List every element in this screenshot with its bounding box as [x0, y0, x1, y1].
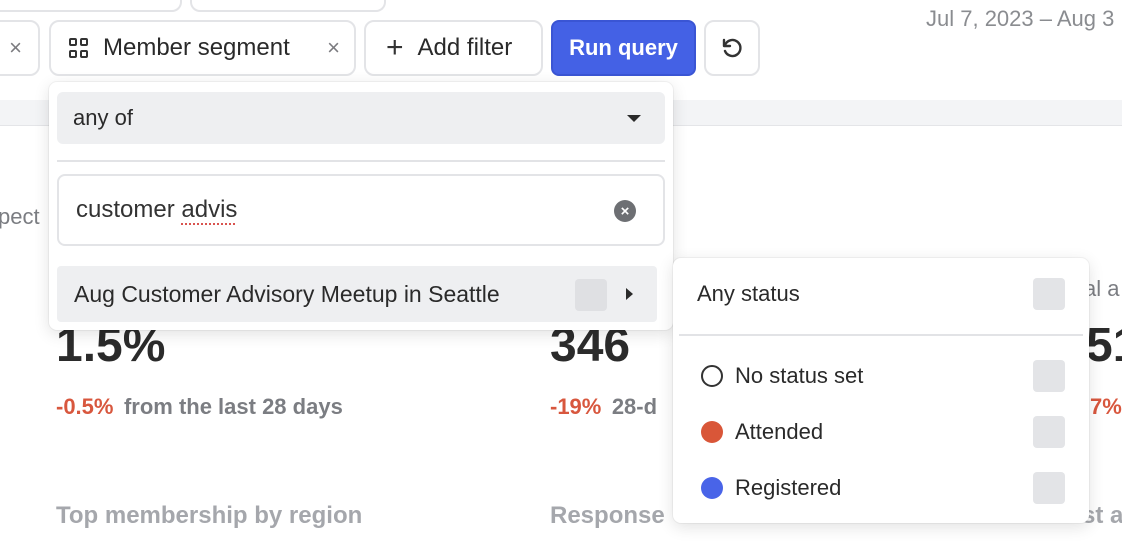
reset-query-button[interactable]: [704, 20, 760, 76]
left-fragment-text: pect: [0, 204, 40, 229]
section-title-membership: Top membership by region: [56, 502, 363, 529]
date-range[interactable]: Jul 7, 2023 – Aug 3: [926, 6, 1114, 32]
segment-filter-popover: any of customer advis × Aug Customer Adv…: [49, 82, 673, 330]
delta-note: from the last 28 days: [123, 394, 343, 419]
previous-filter-chip[interactable]: ×: [0, 20, 40, 76]
plus-icon: +: [386, 31, 404, 64]
status-checkbox[interactable]: [1033, 472, 1065, 504]
segment-search-input[interactable]: customer advis ×: [57, 174, 665, 246]
status-dot-empty-icon: [701, 365, 723, 387]
close-icon[interactable]: ×: [327, 35, 340, 61]
section-title-response: Response: [550, 502, 665, 529]
top-chip-partial[interactable]: [0, 0, 182, 12]
match-mode-value: any of: [73, 105, 133, 130]
remove-filter-icon[interactable]: ×: [9, 35, 22, 61]
segment-result-checkbox[interactable]: [575, 279, 607, 311]
status-submenu: Any status No status set Attended Regist…: [673, 258, 1089, 523]
run-query-button[interactable]: Run query: [551, 20, 696, 76]
add-filter-label: Add filter: [417, 34, 513, 61]
status-checkbox[interactable]: [1033, 278, 1065, 310]
status-dot-attended-icon: [701, 421, 723, 443]
member-segment-label: Member segment: [103, 34, 290, 61]
status-option-none[interactable]: No status set: [673, 348, 1089, 404]
caret-right-icon[interactable]: [626, 288, 633, 300]
member-segment-chip[interactable]: Member segment ×: [49, 20, 356, 76]
status-option-label: Registered: [735, 475, 842, 500]
search-value-text: customer advis: [76, 196, 237, 224]
metric-rate-delta: -0.5% from the last 28 days: [56, 394, 343, 420]
segment-result-label: Aug Customer Advisory Meetup in Seattle: [74, 280, 500, 307]
divider: [679, 334, 1083, 336]
metric-third-delta: 7%: [1090, 394, 1122, 419]
delta-value: -0.5%: [56, 394, 114, 419]
metric-count-delta: -19% 28-d: [550, 394, 657, 420]
delta-value: -19%: [550, 394, 602, 419]
status-option-label: Attended: [735, 419, 824, 444]
segment-result-item[interactable]: Aug Customer Advisory Meetup in Seattle: [57, 266, 657, 322]
delta-note: 28-d: [611, 394, 658, 419]
right-fragment-text: al a: [1084, 276, 1120, 301]
grid-icon: [69, 38, 89, 58]
search-value-prefix: customer: [76, 196, 182, 223]
status-option-registered[interactable]: Registered: [673, 460, 1089, 516]
top-chip-partial-2[interactable]: [190, 0, 386, 12]
status-option-attended[interactable]: Attended: [673, 404, 1089, 460]
status-checkbox[interactable]: [1033, 416, 1065, 448]
status-option-any[interactable]: Any status: [673, 266, 1089, 322]
match-mode-select[interactable]: any of: [57, 92, 665, 144]
clear-icon[interactable]: ×: [614, 200, 636, 222]
search-value-misspelled: advis: [181, 196, 238, 223]
refresh-icon: [722, 38, 742, 58]
divider: [57, 160, 665, 162]
status-option-label: Any status: [697, 281, 800, 306]
status-option-label: No status set: [735, 363, 864, 388]
status-dot-registered-icon: [701, 477, 723, 499]
add-filter-button[interactable]: + Add filter: [364, 20, 543, 76]
status-checkbox[interactable]: [1033, 360, 1065, 392]
caret-down-icon: [627, 115, 641, 122]
metric-value-third: 51: [1086, 319, 1122, 372]
